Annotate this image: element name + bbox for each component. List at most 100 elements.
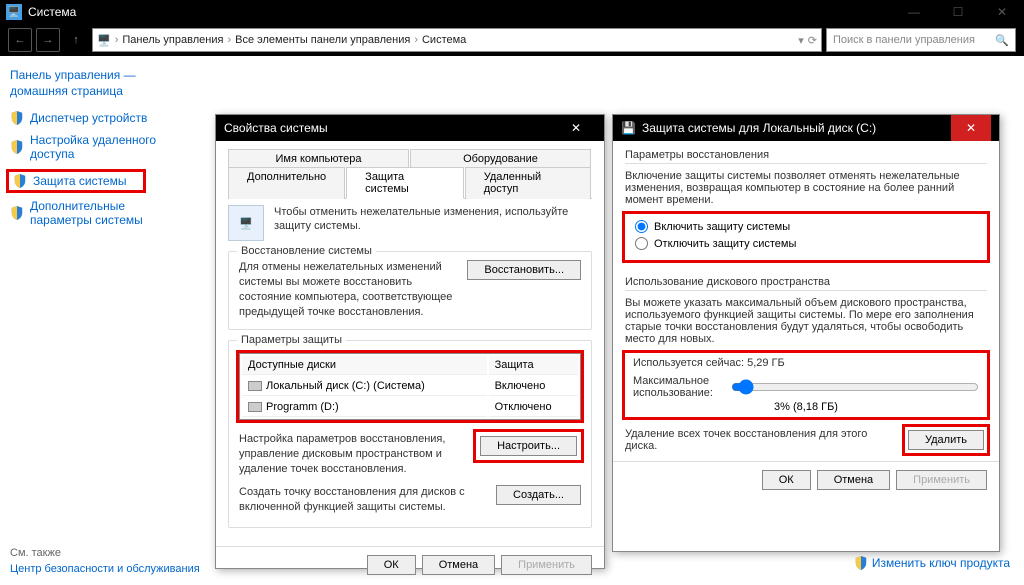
info-text: Чтобы отменить нежелательные изменения, …	[274, 205, 592, 241]
system-icon: 🖥️	[6, 4, 22, 20]
see-also-link[interactable]: Центр безопасности и обслуживания	[10, 563, 200, 575]
apply-button[interactable]: Применить	[501, 555, 592, 575]
nav-forward-button[interactable]: →	[36, 28, 60, 52]
sidebar-item-device-manager[interactable]: Диспетчер устройств	[10, 111, 190, 125]
window-controls: — ☐ ✕	[892, 0, 1024, 24]
max-usage-label: Максимальное использование:	[633, 375, 723, 399]
usage-box: Используется сейчас: 5,29 ГБ Максимально…	[625, 353, 987, 417]
current-usage-value: 5,29 ГБ	[747, 357, 785, 369]
dialog-footer: ОК Отмена Применить	[216, 546, 604, 583]
disk-usage-desc: Вы можете указать максимальный объем дис…	[625, 297, 987, 345]
restore-group-legend: Восстановление системы	[237, 245, 376, 257]
protection-radio-group: Включить защиту системы Отключить защиту…	[625, 214, 987, 260]
max-usage-slider[interactable]	[731, 379, 979, 395]
sidebar-item-advanced-settings[interactable]: Дополнительные параметры системы	[10, 199, 190, 227]
table-row[interactable]: Локальный диск (C:) (Система) Включено	[242, 377, 578, 396]
col-protection: Защита	[489, 356, 578, 375]
delete-text: Удаление всех точек восстановления для э…	[625, 428, 897, 452]
radio-enable-label: Включить защиту системы	[654, 221, 790, 233]
col-disks: Доступные диски	[242, 356, 487, 375]
sidebar-item-system-protection[interactable]: Защита системы	[13, 174, 139, 188]
change-key-label: Изменить ключ продукта	[872, 556, 1010, 570]
breadcrumb-icon: 🖥️	[97, 34, 111, 47]
window-titlebar: 🖥️ Система — ☐ ✕	[0, 0, 1024, 24]
dialog-titlebar: Свойства системы ✕	[216, 115, 604, 141]
address-bar: ← → ↑ 🖥️ › Панель управления › Все элеме…	[0, 24, 1024, 56]
create-button[interactable]: Создать...	[496, 485, 581, 505]
radio-enable-protection[interactable]: Включить защиту системы	[635, 220, 977, 233]
protection-group: Параметры защиты Доступные диски Защита …	[228, 340, 592, 527]
change-product-key-link[interactable]: Изменить ключ продукта	[854, 556, 1010, 570]
search-placeholder: Поиск в панели управления	[833, 34, 975, 46]
restore-icon: 🖥️	[228, 205, 264, 241]
cancel-button[interactable]: Отмена	[817, 470, 890, 490]
shield-icon	[10, 111, 24, 125]
tab-remote[interactable]: Удаленный доступ	[465, 167, 591, 199]
restore-params-header: Параметры восстановления	[625, 149, 987, 164]
tabs: Имя компьютера Оборудование Дополнительн…	[228, 149, 592, 199]
close-button[interactable]: ✕	[980, 0, 1024, 24]
config-text: Настройка параметров восстановления, упр…	[239, 432, 468, 477]
restore-button[interactable]: Восстановить...	[467, 260, 581, 280]
shield-icon	[854, 556, 868, 570]
disk-status: Включено	[489, 377, 578, 396]
create-text: Создать точку восстановления для дисков …	[239, 485, 488, 515]
chevron-down-icon[interactable]: ▾	[798, 34, 804, 47]
radio-disable-input[interactable]	[635, 237, 648, 250]
see-also: См. также Центр безопасности и обслужива…	[10, 547, 200, 575]
restore-text: Для отмены нежелательных изменений систе…	[239, 260, 459, 319]
disk-icon	[248, 402, 262, 412]
sidebar-item-remote-settings[interactable]: Настройка удаленного доступа	[10, 133, 190, 161]
shield-icon	[13, 174, 27, 188]
sidebar-label: Защита системы	[33, 174, 126, 188]
close-button[interactable]: ✕	[951, 115, 991, 141]
ok-button[interactable]: ОК	[762, 470, 811, 490]
sidebar-label: Диспетчер устройств	[30, 111, 147, 125]
cancel-button[interactable]: Отмена	[422, 555, 495, 575]
sidebar-label: Настройка удаленного доступа	[30, 133, 190, 161]
breadcrumb-item[interactable]: Все элементы панели управления	[235, 34, 410, 46]
restore-group: Восстановление системы Для отмены нежела…	[228, 251, 592, 330]
search-input[interactable]: Поиск в панели управления 🔍	[826, 28, 1016, 52]
disk-icon: 💾	[621, 121, 636, 135]
window-title: Система	[28, 5, 76, 19]
sidebar: Панель управления — домашняя страница Ди…	[0, 56, 200, 585]
see-also-title: См. также	[10, 547, 61, 559]
tab-advanced[interactable]: Дополнительно	[228, 167, 345, 199]
system-properties-dialog: Свойства системы ✕ Имя компьютера Оборуд…	[215, 114, 605, 569]
close-button[interactable]: ✕	[556, 115, 596, 141]
disk-usage-header: Использование дискового пространства	[625, 276, 987, 291]
shield-icon	[10, 140, 24, 154]
dialog-footer: ОК Отмена Применить	[613, 461, 999, 498]
radio-enable-input[interactable]	[635, 220, 648, 233]
nav-back-button[interactable]: ←	[8, 28, 32, 52]
restore-desc: Включение защиты системы позволяет отмен…	[625, 170, 987, 206]
sidebar-highlight: Защита системы	[6, 169, 146, 193]
disk-table: Доступные диски Защита Локальный диск (C…	[239, 353, 581, 420]
breadcrumb-item[interactable]: Система	[422, 34, 466, 46]
radio-disable-protection[interactable]: Отключить защиту системы	[635, 237, 977, 250]
maximize-button[interactable]: ☐	[936, 0, 980, 24]
apply-button[interactable]: Применить	[896, 470, 987, 490]
breadcrumb-item[interactable]: Панель управления	[122, 34, 223, 46]
search-icon: 🔍	[995, 34, 1009, 47]
nav-up-button[interactable]: ↑	[64, 28, 88, 52]
sidebar-label: Дополнительные параметры системы	[30, 199, 190, 227]
tab-computer-name[interactable]: Имя компьютера	[228, 149, 409, 168]
breadcrumb[interactable]: 🖥️ › Панель управления › Все элементы па…	[92, 28, 822, 52]
ok-button[interactable]: ОК	[367, 555, 416, 575]
protection-settings-dialog: 💾 Защита системы для Локальный диск (C:)…	[612, 114, 1000, 552]
tab-system-protection[interactable]: Защита системы	[346, 167, 464, 199]
configure-button[interactable]: Настроить...	[480, 436, 577, 456]
refresh-icon[interactable]: ⟳	[808, 34, 817, 47]
current-usage-label: Используется сейчас:	[633, 357, 744, 369]
minimize-button[interactable]: —	[892, 0, 936, 24]
protection-group-legend: Параметры защиты	[237, 334, 346, 346]
table-row[interactable]: Programm (D:) Отключено	[242, 398, 578, 417]
dialog-title: Защита системы для Локальный диск (C:)	[642, 121, 876, 135]
delete-button[interactable]: Удалить	[908, 430, 984, 450]
sidebar-home[interactable]: Панель управления — домашняя страница	[10, 68, 190, 99]
tab-hardware[interactable]: Оборудование	[410, 149, 591, 168]
disk-name: Локальный диск (C:) (Система)	[266, 380, 425, 392]
shield-icon	[10, 206, 24, 220]
